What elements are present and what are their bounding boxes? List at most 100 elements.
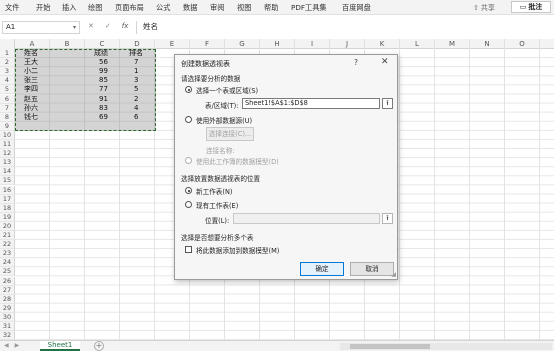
row-header-20[interactable]: 20 — [0, 221, 15, 231]
menu-file[interactable]: 文件 — [5, 3, 19, 13]
select-all-corner[interactable] — [0, 39, 15, 49]
menu-pdf-tools[interactable]: PDF工具集 — [291, 3, 327, 13]
cell-name[interactable]: 王大 — [24, 58, 38, 67]
range-input[interactable]: Sheet1!$A$1:$D$8 — [242, 98, 380, 109]
row-header-12[interactable]: 12 — [0, 149, 15, 159]
next-sheet-icon[interactable]: ▶ — [15, 342, 20, 349]
menu-home[interactable]: 开始 — [36, 3, 50, 13]
row-header-7[interactable]: 7 — [0, 103, 15, 113]
row-header-14[interactable]: 14 — [0, 167, 15, 177]
resize-grip-icon[interactable]: ◢ — [391, 271, 396, 278]
column-header-f[interactable]: F — [190, 39, 225, 49]
cell-name[interactable]: 赵五 — [24, 95, 38, 104]
row-header-25[interactable]: 25 — [0, 267, 15, 277]
location-input[interactable] — [233, 213, 380, 224]
row-header-13[interactable]: 13 — [0, 158, 15, 168]
confirm-icon[interactable]: ✓ — [105, 22, 111, 30]
row-header-22[interactable]: 22 — [0, 240, 15, 250]
cell-name[interactable]: 张三 — [24, 76, 38, 85]
column-header-g[interactable]: G — [225, 39, 260, 49]
radio-new-worksheet[interactable] — [185, 187, 192, 194]
row-header-31[interactable]: 31 — [0, 322, 15, 332]
cell-rank[interactable]: 4 — [134, 104, 138, 113]
row-header-10[interactable]: 10 — [0, 130, 15, 140]
menu-draw[interactable]: 绘图 — [88, 3, 102, 13]
column-header-j[interactable]: J — [330, 39, 365, 49]
radio-existing-worksheet-label[interactable]: 现有工作表(E) — [196, 200, 238, 210]
cell-score[interactable]: 83 — [99, 104, 108, 113]
cell-rank[interactable]: 3 — [134, 76, 138, 85]
column-header-i[interactable]: I — [295, 39, 330, 49]
cell-score[interactable]: 85 — [99, 76, 108, 85]
menu-formulas[interactable]: 公式 — [156, 3, 170, 13]
row-header-26[interactable]: 26 — [0, 276, 15, 286]
radio-new-worksheet-label[interactable]: 新工作表(N) — [196, 186, 232, 196]
row-header-19[interactable]: 19 — [0, 212, 15, 222]
row-header-1[interactable]: 1 — [0, 49, 15, 59]
column-header-o[interactable]: O — [505, 39, 540, 49]
cell-header-rank[interactable]: 排名 — [129, 49, 143, 58]
add-to-data-model-checkbox[interactable] — [185, 246, 192, 253]
column-header-n[interactable]: N — [470, 39, 505, 49]
row-header-16[interactable]: 16 — [0, 185, 15, 195]
radio-data-model-label[interactable]: 使用此工作簿的数据模型(D) — [196, 156, 279, 166]
radio-external-source[interactable] — [185, 116, 192, 123]
column-header-d[interactable]: D — [120, 39, 155, 49]
cell-score[interactable]: 56 — [99, 58, 108, 67]
prev-sheet-icon[interactable]: ◀ — [4, 342, 9, 349]
column-header-m[interactable]: M — [435, 39, 470, 49]
cell-score[interactable]: 91 — [99, 95, 108, 104]
radio-data-model[interactable] — [185, 157, 192, 164]
cell-rank[interactable]: 2 — [134, 95, 138, 104]
cell-header-score[interactable]: 成绩 — [94, 49, 108, 58]
row-header-15[interactable]: 15 — [0, 176, 15, 186]
menu-review[interactable]: 审阅 — [210, 3, 224, 13]
comment-button[interactable]: ▭ 批注 — [511, 1, 551, 13]
close-icon[interactable]: ✕ — [381, 57, 389, 67]
row-header-9[interactable]: 9 — [0, 121, 15, 131]
radio-select-table[interactable] — [185, 86, 192, 93]
scrollbar-thumb[interactable] — [350, 344, 430, 349]
add-sheet-icon[interactable]: + — [94, 341, 104, 351]
row-header-8[interactable]: 8 — [0, 112, 15, 122]
name-box[interactable]: A1 ▾ — [2, 21, 80, 34]
cell-name[interactable]: 钱七 — [24, 113, 38, 122]
chevron-down-icon[interactable]: ▾ — [73, 22, 76, 33]
help-icon[interactable]: ? — [354, 58, 358, 67]
menu-insert[interactable]: 插入 — [62, 3, 76, 13]
sheet-tab-sheet1[interactable]: Sheet1 — [40, 341, 80, 351]
row-header-3[interactable]: 3 — [0, 67, 15, 77]
column-header-c[interactable]: C — [85, 39, 120, 49]
cell-header-name[interactable]: 姓名 — [24, 49, 38, 58]
row-header-29[interactable]: 29 — [0, 303, 15, 313]
row-header-17[interactable]: 17 — [0, 194, 15, 204]
column-header-b[interactable]: B — [50, 39, 85, 49]
choose-connection-button[interactable]: 选择连接(C)... — [206, 127, 254, 141]
menu-baidu-netdisk[interactable]: 百度网盘 — [342, 3, 371, 13]
collapse-location-icon[interactable]: ⭱ — [382, 213, 393, 224]
row-header-2[interactable]: 2 — [0, 58, 15, 68]
row-header-32[interactable]: 32 — [0, 331, 15, 341]
cancel-button[interactable]: 取消 — [350, 262, 394, 276]
formula-input[interactable]: 姓名 — [136, 21, 552, 34]
radio-select-table-label[interactable]: 选择一个表或区域(S) — [196, 85, 258, 95]
cell-score[interactable]: 99 — [99, 67, 108, 76]
column-header-h[interactable]: H — [260, 39, 295, 49]
row-header-6[interactable]: 6 — [0, 94, 15, 104]
column-header-a[interactable]: A — [15, 39, 50, 49]
fx-icon[interactable]: fx — [122, 22, 129, 30]
menu-page-layout[interactable]: 页面布局 — [115, 3, 144, 13]
row-header-4[interactable]: 4 — [0, 76, 15, 86]
row-header-24[interactable]: 24 — [0, 258, 15, 268]
menu-data[interactable]: 数据 — [183, 3, 197, 13]
row-header-27[interactable]: 27 — [0, 285, 15, 295]
cell-rank[interactable]: 6 — [134, 113, 138, 122]
row-header-5[interactable]: 5 — [0, 85, 15, 95]
cell-name[interactable]: 孙六 — [24, 104, 38, 113]
row-header-21[interactable]: 21 — [0, 231, 15, 241]
cell-rank[interactable]: 5 — [134, 85, 138, 94]
column-header-l[interactable]: L — [400, 39, 435, 49]
cell-rank[interactable]: 1 — [134, 67, 138, 76]
collapse-range-icon[interactable]: ⭱ — [382, 98, 393, 109]
cell-score[interactable]: 69 — [99, 113, 108, 122]
